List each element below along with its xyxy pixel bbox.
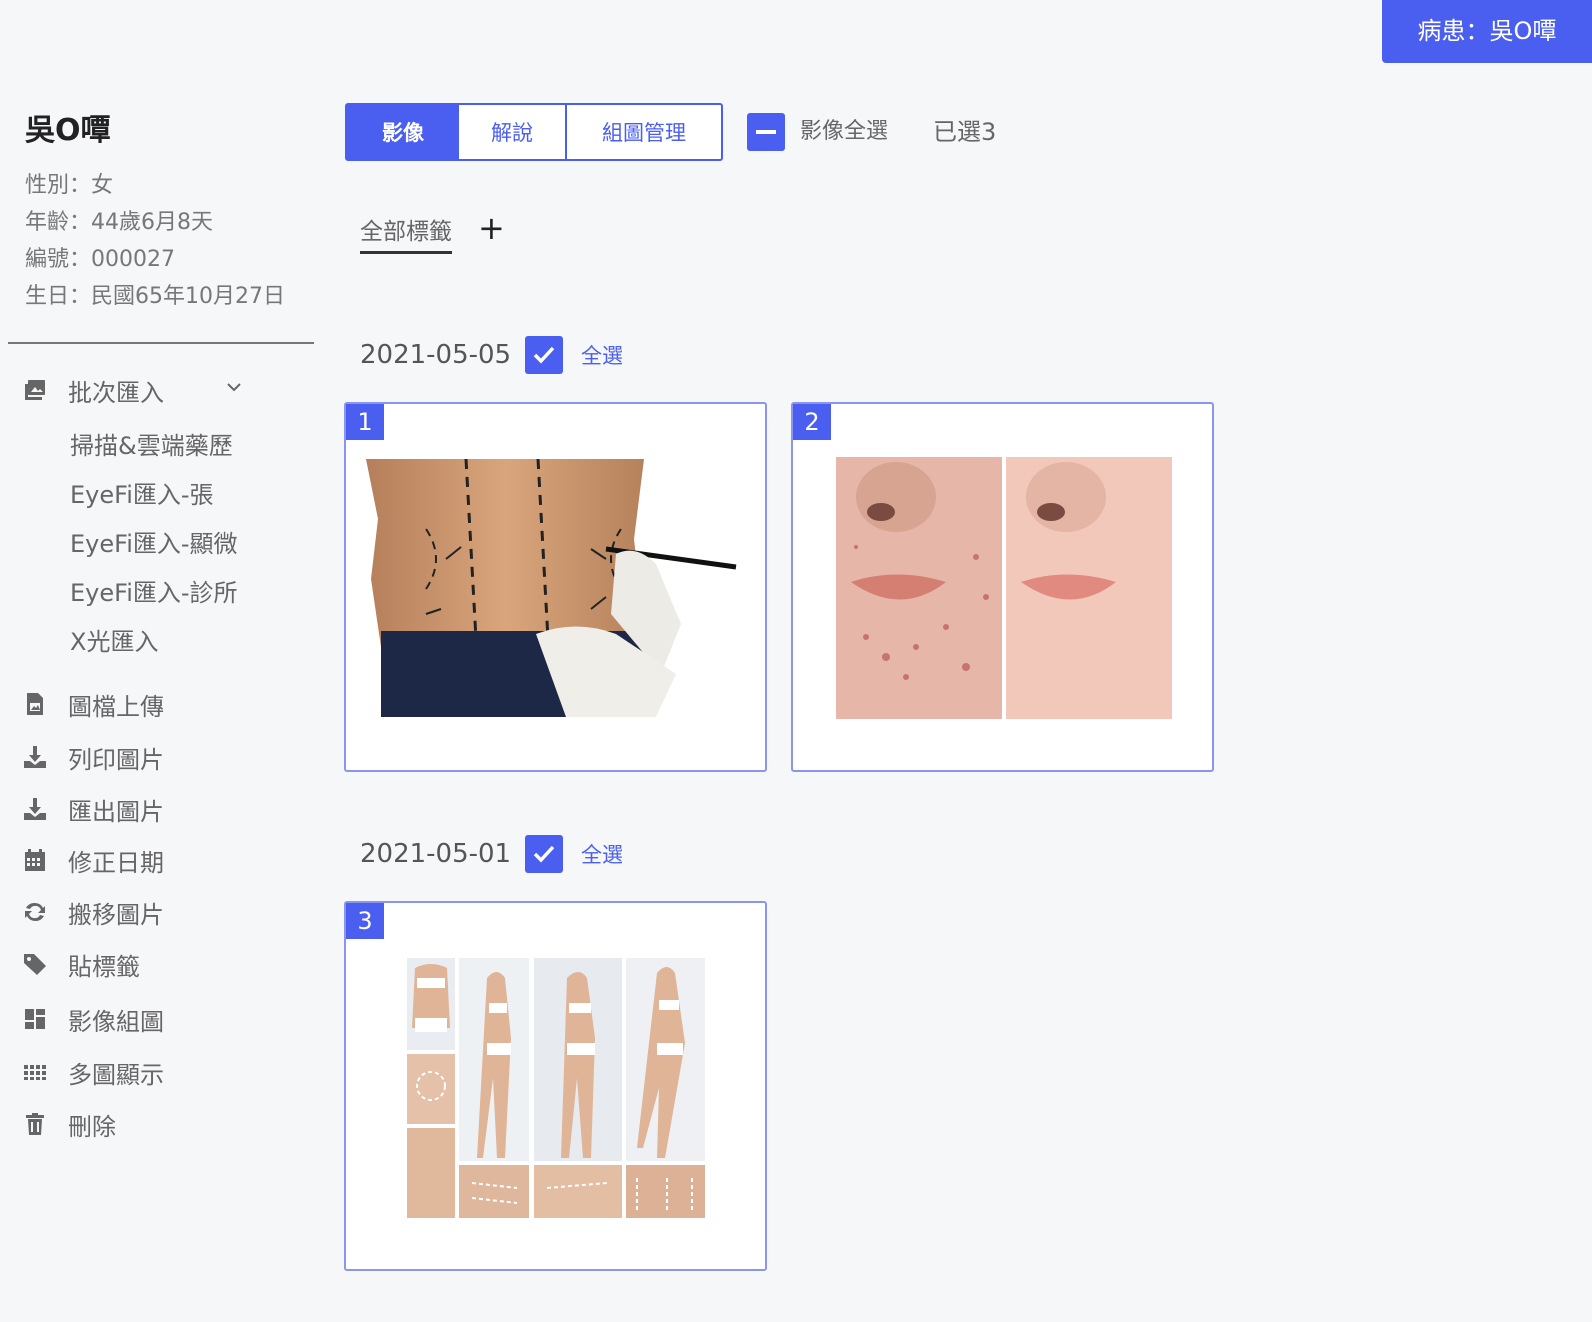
sidebar-divider: [8, 342, 314, 344]
image-card[interactable]: 1: [344, 402, 767, 772]
tab-collage-manage[interactable]: 組圖管理: [567, 105, 721, 159]
menu-fix-date-label: 修正日期: [68, 848, 164, 877]
patient-birthday: 生日：民國65年10月27日: [25, 284, 285, 309]
menu-move-image-label: 搬移圖片: [68, 900, 164, 929]
select-all-images-checkbox[interactable]: [747, 113, 785, 151]
sidebar: 吳O嘾 性別：女 年齡：44歲6月8天 編號：000027 生日：民國65年10…: [0, 0, 320, 1322]
date-group-header: 2021-05-01 全選: [360, 834, 623, 874]
trash-icon: [22, 1111, 48, 1137]
refresh-icon: [22, 899, 48, 925]
patient-number: 編號：000027: [25, 247, 175, 272]
sub-item-xray-import[interactable]: X光匯入: [70, 622, 158, 662]
select-all-images-label[interactable]: 影像全選: [800, 113, 888, 151]
download-icon: [22, 796, 48, 822]
grid-icon: [22, 1059, 48, 1085]
image-number: 1: [346, 404, 384, 440]
menu-add-tag[interactable]: 貼標籤: [22, 944, 140, 984]
group-date: 2021-05-01: [360, 839, 512, 869]
menu-upload-image-label: 圖檔上傳: [68, 692, 164, 721]
sub-item-scan-cloud[interactable]: 掃描&雲端藥歷: [70, 426, 233, 466]
check-icon: [533, 346, 555, 364]
menu-delete-label: 刪除: [68, 1112, 116, 1141]
menu-upload-image[interactable]: 圖檔上傳: [22, 684, 164, 724]
image-number: 3: [346, 903, 384, 939]
view-tabs: 影像 解說 組圖管理: [345, 103, 723, 161]
selected-count: 已選3: [933, 118, 997, 146]
menu-add-tag-label: 貼標籤: [68, 952, 140, 981]
group-select-all-link[interactable]: 全選: [581, 340, 623, 370]
patient-badge: 病患：吳O嘾: [1382, 0, 1592, 63]
tab-images[interactable]: 影像: [347, 105, 459, 159]
menu-image-collage-label: 影像組圖: [68, 1007, 164, 1036]
menu-print-image-label: 列印圖片: [68, 745, 164, 774]
menu-batch-import[interactable]: 批次匯入: [22, 370, 164, 410]
patient-name: 吳O嘾: [25, 113, 111, 148]
menu-batch-import-label: 批次匯入: [68, 378, 164, 407]
image-thumbnail: [366, 459, 746, 717]
image-card[interactable]: 2: [791, 402, 1214, 772]
patient-age: 年齡：44歲6月8天: [25, 210, 213, 235]
menu-fix-date[interactable]: 修正日期: [22, 840, 164, 880]
image-thumbnail: [407, 958, 705, 1218]
menu-export-image-label: 匯出圖片: [68, 797, 164, 826]
tag-filter-all[interactable]: 全部標籤: [360, 212, 452, 254]
menu-move-image[interactable]: 搬移圖片: [22, 892, 164, 932]
images-icon: [22, 377, 48, 403]
patient-gender: 性別：女: [25, 173, 114, 198]
tag-icon: [22, 951, 48, 977]
group-select-checkbox[interactable]: [525, 835, 563, 873]
date-group-header: 2021-05-05 全選: [360, 335, 623, 375]
patient-info: 性別：女 年齡：44歲6月8天 編號：000027 生日：民國65年10月27日: [25, 167, 285, 315]
file-image-icon: [22, 691, 48, 717]
menu-export-image[interactable]: 匯出圖片: [22, 789, 164, 829]
sub-item-eyefi-micro[interactable]: EyeFi匯入-顯微: [70, 524, 238, 564]
menu-image-collage[interactable]: 影像組圖: [22, 999, 164, 1039]
menu-delete[interactable]: 刪除: [22, 1104, 116, 1144]
group-date: 2021-05-05: [360, 340, 512, 370]
image-number: 2: [793, 404, 831, 440]
menu-multi-display[interactable]: 多圖顯示: [22, 1052, 164, 1092]
calendar-icon: [22, 847, 48, 873]
chevron-down-icon[interactable]: [225, 378, 243, 396]
group-select-all-link[interactable]: 全選: [581, 839, 623, 869]
add-tag-button[interactable]: +: [478, 208, 505, 248]
group-select-checkbox[interactable]: [525, 336, 563, 374]
download-icon: [22, 744, 48, 770]
menu-print-image[interactable]: 列印圖片: [22, 737, 164, 777]
image-card[interactable]: 3: [344, 901, 767, 1271]
dashboard-icon: [22, 1006, 48, 1032]
menu-multi-display-label: 多圖顯示: [68, 1060, 164, 1089]
tab-explanation[interactable]: 解說: [459, 105, 567, 159]
image-thumbnail: [836, 457, 1172, 719]
sub-item-eyefi-clinic[interactable]: EyeFi匯入-診所: [70, 573, 238, 613]
check-icon: [533, 845, 555, 863]
sub-item-eyefi-sheet[interactable]: EyeFi匯入-張: [70, 475, 214, 515]
